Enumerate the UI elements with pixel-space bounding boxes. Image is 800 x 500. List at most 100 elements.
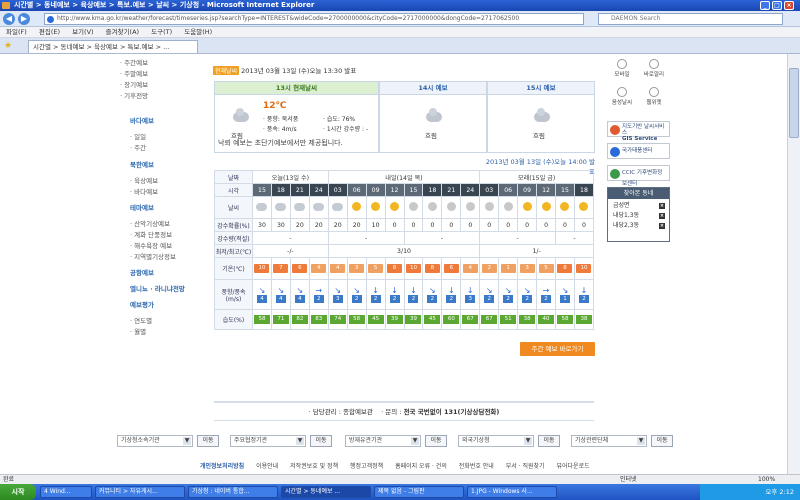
gis-service-banner[interactable]: 지도기반 날씨서비스 GIS Service (607, 121, 670, 142)
menu-help[interactable]: 도움말(H) (184, 28, 212, 36)
forward-button[interactable]: ▶ (18, 13, 30, 25)
nav-item[interactable]: · 지역별기상정보 (130, 251, 176, 261)
mobile-link[interactable]: 모바일 (609, 59, 635, 78)
temp-value: 6 (443, 264, 459, 273)
forecast-box-15: 15시 예보 흐림 (487, 81, 595, 153)
go-button[interactable]: 이동 (651, 435, 673, 447)
menu-file[interactable]: 파일(F) (6, 28, 27, 36)
nav-section-north[interactable]: 북한예보 (130, 159, 154, 169)
chevron-down-icon: ▼ (411, 437, 419, 445)
row-wind: 풍향/풍속(m/s) ↘ 4 ↘ 4 ↘ 4 → 2 ↘ 3 ↘ 2 ↓ 2 ↓ 2 ↓ 2 ↘ 2… (214, 279, 595, 310)
weekly-forecast-button[interactable]: 주간 예보 바로가기 (520, 342, 595, 356)
footer-link[interactable]: 홈페이지 오류 · 건의 (395, 463, 447, 470)
climate-info-banner[interactable]: CCIC 기후변화정보센터 (607, 165, 670, 187)
tab-current[interactable]: 시간별 > 동네예보 > 육상예보 > 특보.예보 > ... (28, 40, 198, 53)
widget-link[interactable]: 웹위젯 (641, 87, 667, 106)
wind-speed: 2 (370, 294, 381, 303)
pop-cell: 20 (346, 218, 367, 232)
go-button[interactable]: 이동 (310, 435, 332, 447)
nav-section-theme[interactable]: 테마예보 (130, 202, 154, 212)
select-disaster[interactable]: 방재유관기관 ▼ (345, 435, 421, 447)
close-button[interactable]: × (784, 1, 794, 10)
select-foreign[interactable]: 외국기상청 ▼ (458, 435, 534, 447)
go-button[interactable]: 이동 (538, 435, 560, 447)
recent-item[interactable]: 내당1,3동 × (608, 211, 669, 221)
go-button[interactable]: 이동 (425, 435, 447, 447)
nav-item[interactable]: · 월별 (130, 326, 146, 336)
nav-item[interactable]: · 주간예보 (120, 57, 148, 67)
voice-weather-link[interactable]: 음성날씨 (609, 87, 635, 106)
temp-cell: 5 (536, 257, 556, 280)
nav-item[interactable]: · 계화 단풍정보 (130, 229, 172, 239)
wind-speed: 4 (275, 294, 286, 303)
footer-link[interactable]: 개인정보처리방침 (200, 463, 244, 470)
nav-section-sea[interactable]: 바다예보 (130, 115, 154, 125)
icon-label: 음성날씨 (611, 100, 633, 106)
nav-item[interactable]: · 장기예보 (120, 79, 148, 89)
recent-item[interactable]: 금성면 × (608, 201, 669, 211)
icon-label: 바로알리 (643, 72, 665, 78)
temp-value: 4 (311, 264, 327, 273)
footer-link[interactable]: 저작권보호 및 정책 (290, 463, 338, 470)
favorites-star-icon[interactable]: ★ (4, 41, 12, 51)
taskbar-item[interactable]: 커뮤니티 > 자유게시... (95, 486, 185, 498)
taskbar-item-active[interactable]: 시간별 > 동네예보 ... (281, 486, 371, 498)
remove-icon[interactable]: × (659, 223, 665, 229)
nav-item[interactable]: · 주말예보 (120, 68, 148, 78)
menu-view[interactable]: 보기(V) (72, 28, 93, 36)
taskbar-item[interactable]: 기상청 : 네이버 통합... (188, 486, 278, 498)
minimize-button[interactable]: _ (760, 1, 770, 10)
typhoon-center-banner[interactable]: 국가태풍센터 (607, 143, 670, 159)
menu-edit[interactable]: 편집(E) (39, 28, 60, 36)
nav-item[interactable]: · 해수욕장 예보 (130, 240, 172, 250)
maximize-button[interactable]: □ (772, 1, 782, 10)
footer-link[interactable]: 부서 · 직원찾기 (506, 463, 545, 470)
temp-cell: 1 (498, 257, 519, 280)
nav-item[interactable]: · 산악기상예보 (130, 218, 170, 228)
address-bar[interactable]: http://www.kma.go.kr/weather/forecast/ti… (44, 13, 584, 25)
taskbar-item[interactable]: 4 Wind... (40, 486, 92, 498)
current-temperature: 12℃ (263, 101, 287, 111)
nav-section-elnino[interactable]: 엘니뇨 · 라니냐전망 (130, 283, 185, 293)
select-agency[interactable]: 기상청소속기관 ▼ (117, 435, 193, 447)
nav-item[interactable]: · 바다예보 (130, 186, 158, 196)
search-input[interactable]: DAEMON Search (598, 13, 783, 25)
recent-item[interactable]: 내당2,3동 × (608, 221, 669, 231)
footer-link[interactable]: 뷰어다운로드 (557, 463, 590, 470)
nav-item[interactable]: · 기후전망 (120, 90, 148, 100)
wind-arrow-icon: ↘ (523, 285, 531, 295)
scrollbar-thumb[interactable] (789, 68, 799, 138)
vertical-scrollbar[interactable] (787, 54, 800, 474)
nav-section-eval[interactable]: 예보평가 (130, 299, 154, 309)
menu-tools[interactable]: 도구(T) (151, 28, 172, 36)
temp-cell: 6 (289, 257, 310, 280)
alert-link[interactable]: 바로알리 (641, 59, 667, 78)
temp-cell: 8 (422, 257, 443, 280)
start-button[interactable]: 시작 (0, 484, 36, 500)
nav-section-airport[interactable]: 공항예보 (130, 267, 154, 277)
nav-item[interactable]: · 일일 (130, 131, 146, 141)
remove-icon[interactable]: × (659, 203, 665, 209)
taskbar-item[interactable]: 1.JPG - Windows 사... (467, 486, 557, 498)
clock[interactable]: 오후 2:12 (765, 488, 794, 496)
select-related[interactable]: 기상관련단체 ▼ (571, 435, 647, 447)
go-button[interactable]: 이동 (197, 435, 219, 447)
temp-value: 7 (273, 264, 289, 273)
nav-item[interactable]: · 주간 (130, 142, 146, 152)
humidity: · 습도: 76% (323, 116, 356, 123)
taskbar-item[interactable]: 제목 없음 - 그림판 (374, 486, 464, 498)
box-title: 15시 예보 (488, 82, 594, 95)
select-partner[interactable]: 주요협정기관 ▼ (230, 435, 306, 447)
row-label: 강수량(적설) (214, 231, 253, 245)
remove-icon[interactable]: × (659, 213, 665, 219)
nav-item[interactable]: · 육상예보 (130, 175, 158, 185)
time-cell: 12 (384, 183, 405, 197)
nav-item[interactable]: · 연도별 (130, 315, 152, 325)
back-button[interactable]: ◀ (3, 13, 15, 25)
footer-link[interactable]: 행정고객정책 (350, 463, 383, 470)
footer-link[interactable]: 이용안내 (256, 463, 278, 470)
footer-link[interactable]: 전화번호 안내 (459, 463, 494, 470)
temp-value: 10 (405, 264, 421, 273)
menu-favorites[interactable]: 즐겨찾기(A) (106, 28, 139, 36)
pop-cell: 20 (289, 218, 310, 232)
